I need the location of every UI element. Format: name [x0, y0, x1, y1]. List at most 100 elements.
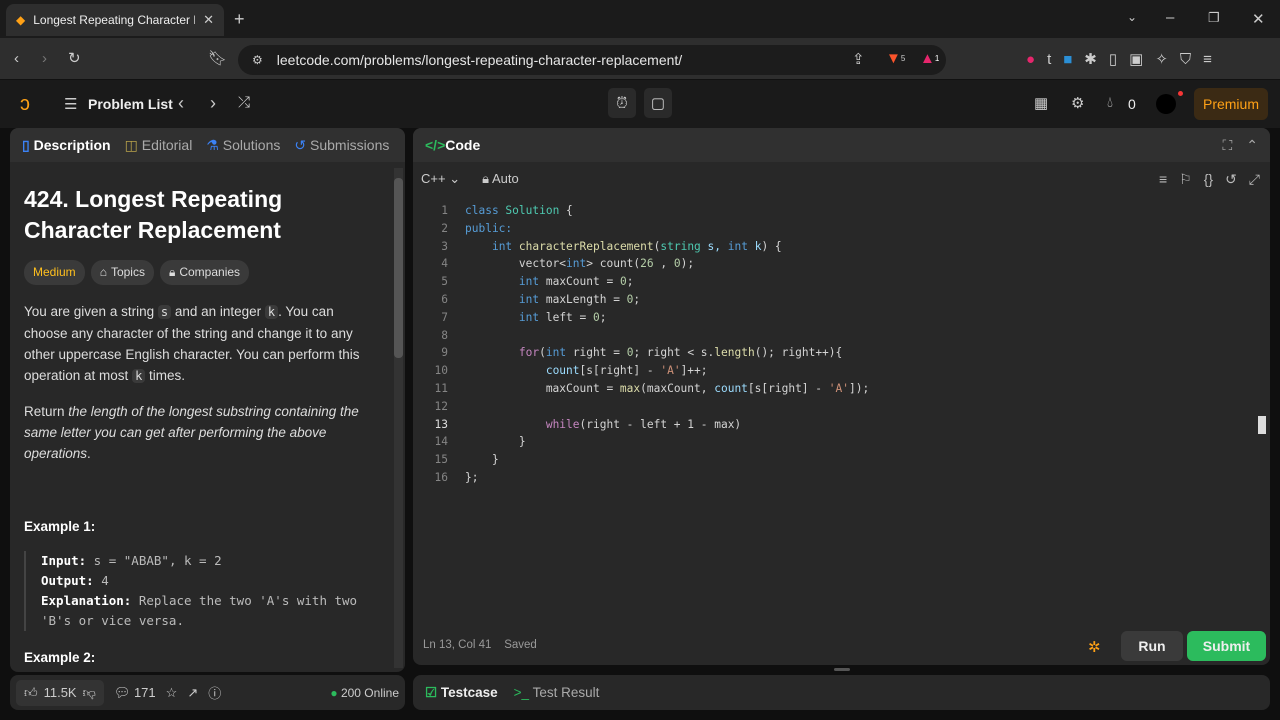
sidebar-icon[interactable]: ▯	[1109, 50, 1117, 68]
online-dot-icon: ●	[330, 685, 338, 700]
language-select[interactable]: C++ ⌄	[421, 171, 460, 187]
bookmark-icon[interactable]: ⚐	[1179, 171, 1192, 188]
editor-scrollbar[interactable]	[1258, 416, 1266, 434]
code-token: (right - left + 1 - max)	[579, 417, 742, 431]
tab-editorial[interactable]: ◫ Editorial	[125, 137, 193, 154]
restore-icon[interactable]: ❐	[1208, 10, 1220, 26]
debug-icon[interactable]: ✲	[1088, 638, 1101, 656]
companies-tag[interactable]: 🔒︎ Companies	[159, 260, 250, 285]
menu-icon[interactable]: ≡	[1203, 50, 1212, 68]
reset-icon[interactable]: ↺	[1225, 171, 1237, 188]
online-label: 200 Online	[340, 685, 399, 700]
browser-tab[interactable]: ◆ Longest Repeating Character R ✕	[6, 4, 224, 36]
comments-button[interactable]: 💬︎ 171	[114, 685, 156, 701]
share-icon[interactable]: ⇪	[852, 50, 865, 68]
like-button[interactable]: 👍︎ 11.5K 👎︎	[16, 679, 104, 706]
site-settings-icon[interactable]: ⚙	[252, 53, 263, 67]
tab-test-result[interactable]: >_ Test Result	[514, 685, 600, 700]
code-token: s,	[707, 239, 728, 253]
adblock-icon[interactable]: ●	[1026, 50, 1035, 68]
input-label: Input:	[41, 553, 87, 568]
avatar[interactable]	[1156, 94, 1176, 114]
close-tab-icon[interactable]: ✕	[203, 12, 214, 28]
code-tab[interactable]: </>Code	[425, 137, 480, 153]
star-icon[interactable]: ☆	[166, 685, 178, 701]
auto-mode[interactable]: 🔒︎ Auto	[482, 171, 519, 187]
vpn-icon[interactable]: ⛉	[1180, 50, 1191, 68]
code-token: 'A'	[828, 382, 849, 395]
puzzle-icon[interactable]: ✱	[1084, 50, 1097, 68]
code-token: [s[right] -	[579, 364, 661, 378]
text: .	[87, 446, 91, 461]
brave-rewards-icon[interactable]: ▲ 1	[920, 50, 939, 67]
run-button[interactable]: Run	[1121, 631, 1183, 661]
problem-list-link[interactable]: Problem List	[88, 96, 173, 112]
expand-icon[interactable]: ⤢	[1249, 171, 1260, 188]
streak-icon[interactable]: 💧︎	[1107, 94, 1113, 111]
notes-icon[interactable]: ▢	[644, 88, 672, 118]
submit-button[interactable]: Submit	[1187, 631, 1266, 661]
t-extension-icon[interactable]: t	[1047, 50, 1051, 68]
problem-paragraph-2: Return the length of the longest substri…	[24, 401, 364, 464]
leetcode-logo-icon[interactable]: ↄ	[20, 93, 30, 116]
forward-icon[interactable]: ›	[42, 50, 47, 67]
new-tab-icon[interactable]: +	[234, 9, 245, 30]
back-icon[interactable]: ‹	[14, 50, 19, 67]
share-link-icon[interactable]: ↗	[187, 685, 198, 701]
code-token: }	[465, 453, 499, 467]
thumbs-down-icon[interactable]: 👎︎	[83, 685, 96, 701]
tab-label: Editorial	[141, 136, 193, 153]
next-problem-icon[interactable]: ›	[210, 93, 216, 114]
bookmark-icon[interactable]: 🔖︎	[208, 49, 227, 67]
code-token: 26	[640, 257, 654, 271]
code-token: public:	[465, 221, 513, 235]
collapse-icon[interactable]: ⌃	[1246, 137, 1258, 154]
code-token: maxLength =	[545, 293, 627, 306]
line-number: 15	[434, 453, 448, 467]
minimize-icon[interactable]: –	[1166, 9, 1174, 26]
browser-tab-bar: ◆ Longest Repeating Character R ✕ + ⌄ – …	[0, 0, 1280, 38]
tab-search-icon[interactable]: ⌄	[1127, 10, 1137, 24]
description-footer: 👍︎ 11.5K 👎︎ 💬︎ 171 ☆ ↗ ⓘ ● 200 Online	[10, 675, 405, 710]
problem-paragraph-1: You are given a string s and an integer …	[24, 301, 379, 387]
address-bar[interactable]: ⚙ leetcode.com/problems/longest-repeatin…	[238, 45, 946, 75]
layout-icon[interactable]: ▦	[1034, 94, 1048, 112]
code-token: int	[518, 275, 546, 289]
thumbs-up-icon: 👍︎	[24, 684, 38, 700]
settings-gear-icon[interactable]: ⚙	[1071, 94, 1084, 112]
code-token: ;	[599, 310, 607, 324]
fullscreen-icon[interactable]: ⛶	[1222, 137, 1232, 154]
shuffle-icon[interactable]: ⤮	[238, 94, 250, 111]
topics-tag[interactable]: ⌂ Topics	[90, 260, 154, 285]
premium-button[interactable]: Premium	[1194, 88, 1268, 120]
braces-icon[interactable]: {}	[1204, 171, 1213, 188]
comment-icon: 💬︎	[113, 684, 131, 700]
timer-icon[interactable]: ⏰︎	[608, 88, 636, 118]
reload-icon[interactable]: ↻	[68, 49, 81, 67]
code-token: string	[660, 239, 708, 253]
tab-testcase[interactable]: ☑ Testcase	[425, 685, 498, 701]
extension-icon[interactable]: ■	[1063, 50, 1072, 68]
list-icon[interactable]: ☰	[64, 95, 77, 113]
scrollbar[interactable]	[394, 168, 403, 668]
close-window-icon[interactable]: ✕	[1252, 10, 1265, 28]
resize-handle[interactable]	[834, 668, 850, 671]
tab-title: Longest Repeating Character R	[33, 13, 196, 27]
tab-submissions[interactable]: ↺ Submissions	[294, 137, 389, 154]
code-token: max	[619, 382, 641, 395]
help-icon[interactable]: ⓘ	[208, 683, 221, 702]
format-icon[interactable]: ≡	[1159, 171, 1167, 188]
tab-solutions[interactable]: ⚗ Solutions	[206, 137, 280, 154]
line-number: 13	[434, 417, 448, 431]
code-header: </>Code ⛶ ⌃	[413, 128, 1270, 162]
leo-icon[interactable]: ✧	[1155, 50, 1168, 68]
code-token: int	[518, 293, 546, 306]
tab-description[interactable]: ▯ Description	[22, 137, 111, 154]
prev-problem-icon[interactable]: ‹	[178, 93, 184, 114]
wallet-icon[interactable]: ▣	[1129, 50, 1143, 68]
brave-shields-icon[interactable]: ▼ 5	[886, 50, 905, 67]
url-text[interactable]: leetcode.com/problems/longest-repeating-…	[277, 52, 682, 68]
code-token: left =	[545, 310, 593, 324]
line-number: 6	[441, 293, 448, 306]
